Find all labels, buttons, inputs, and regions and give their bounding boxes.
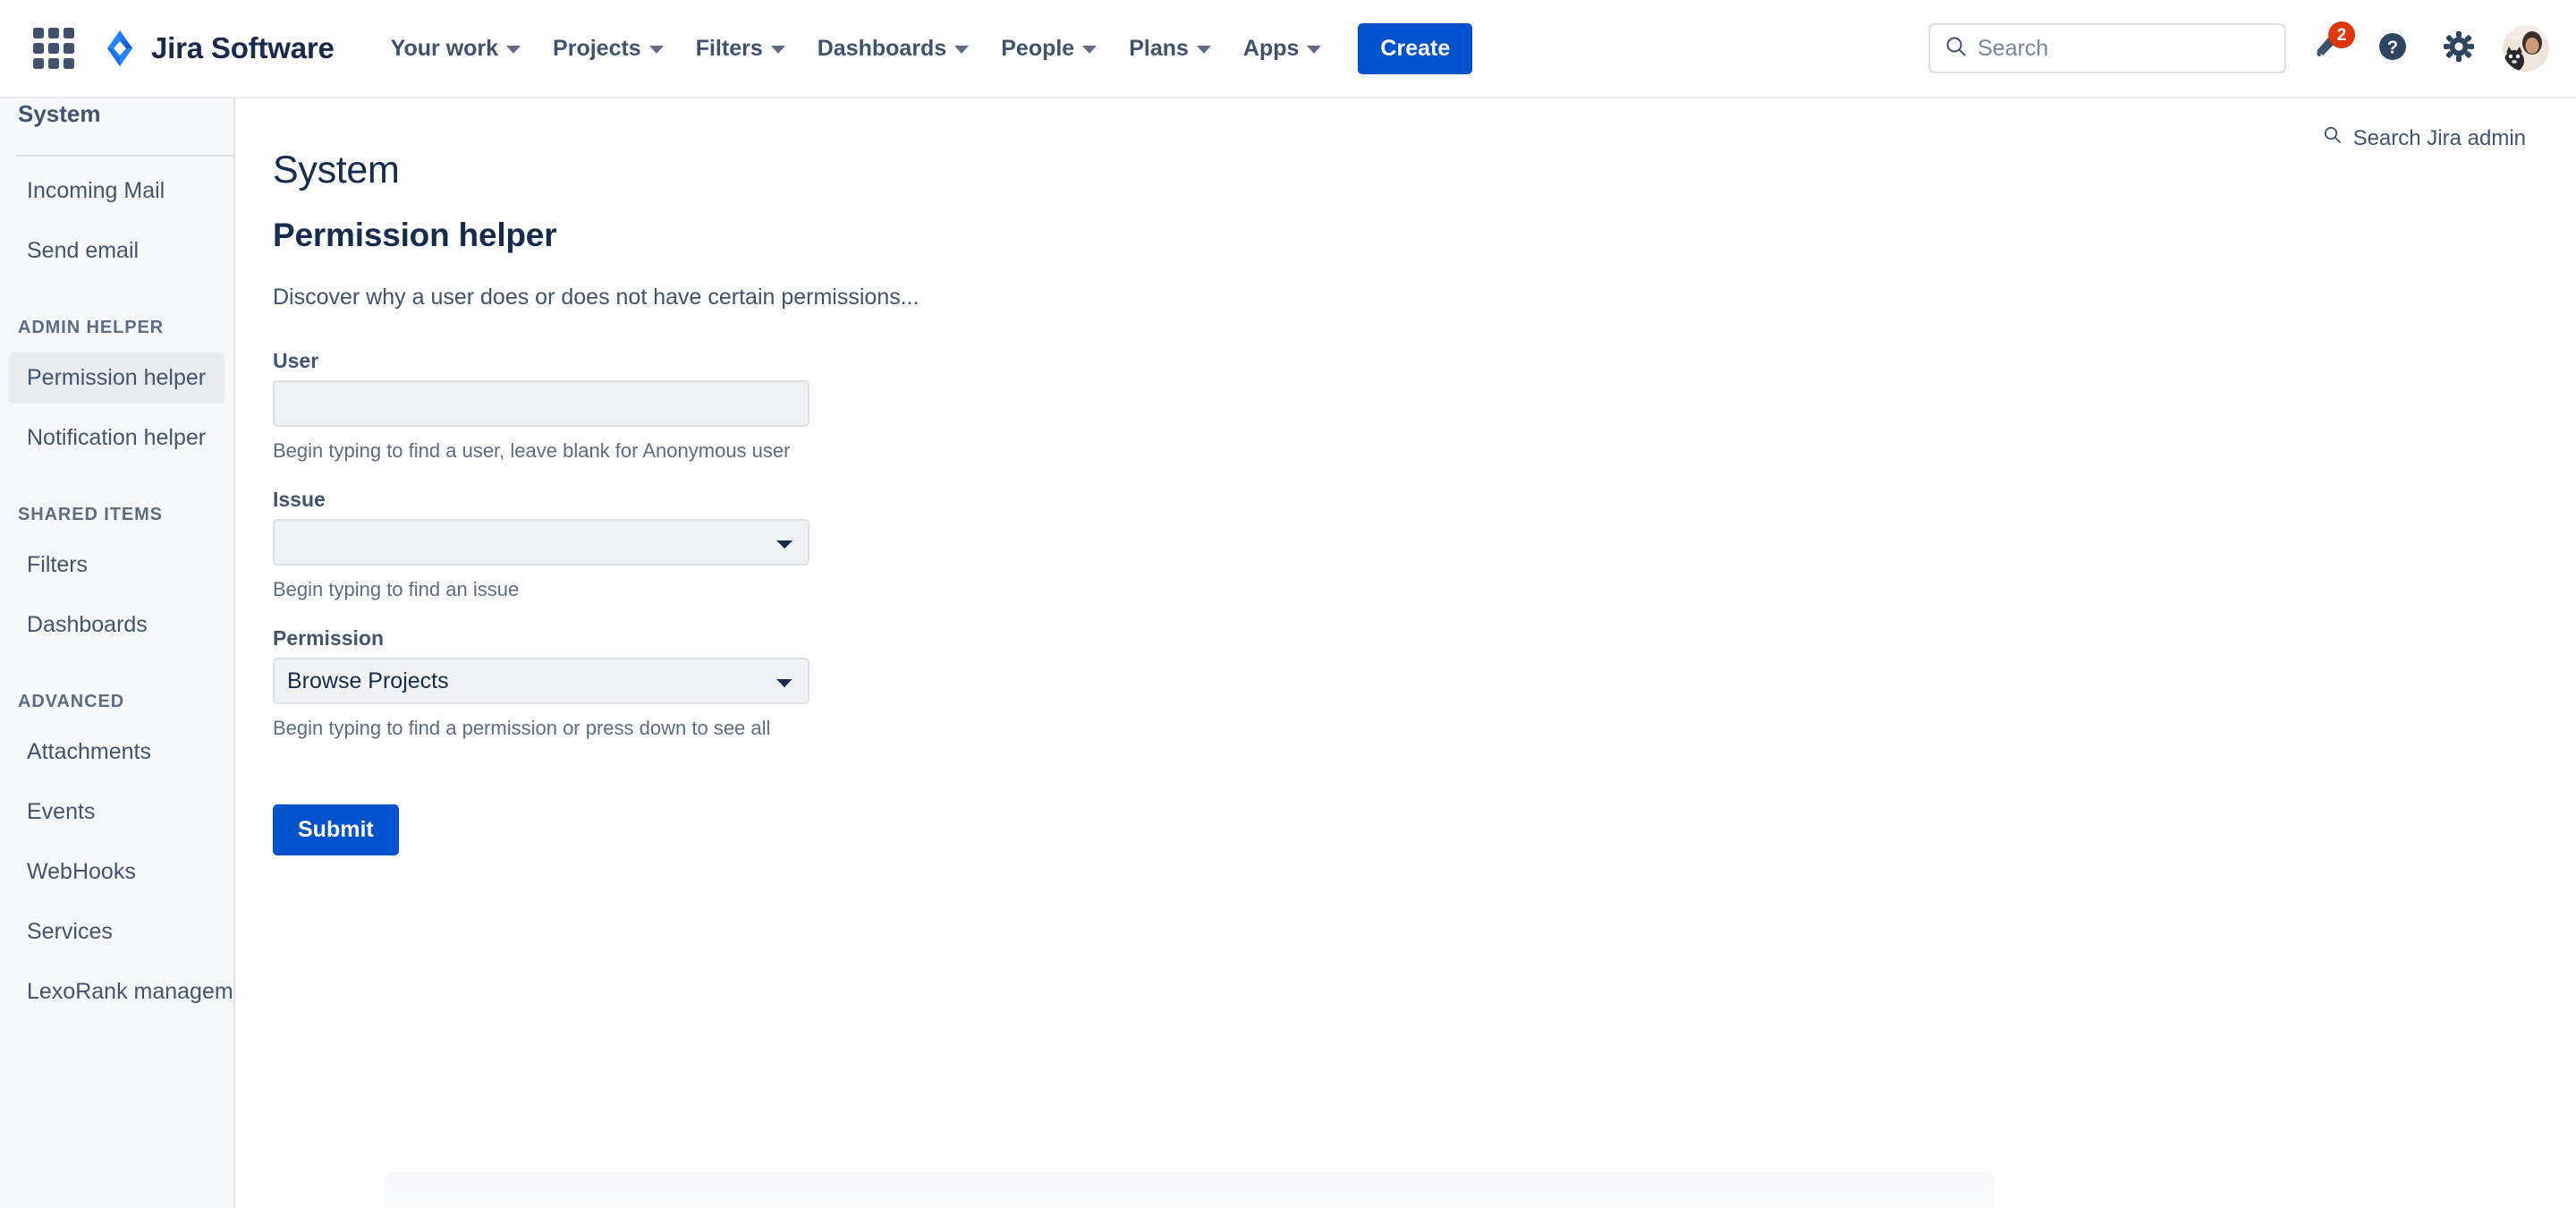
gear-icon [2443, 30, 2475, 67]
submit-button[interactable]: Submit [273, 804, 399, 855]
user-field-hint: Begin typing to find a user, leave blank… [273, 439, 791, 462]
chevron-down-icon [770, 46, 785, 54]
permission-field-label: Permission [273, 626, 384, 650]
nav-item-label: People [1001, 35, 1075, 61]
admin-sidebar: System Incoming Mail Send email ADMIN HE… [0, 98, 235, 1208]
nav-right-actions: 2 ? [1928, 21, 2576, 74]
chevron-down-icon [1196, 46, 1211, 54]
issue-field-group: Issue Begin typing to find an issue [273, 488, 2576, 601]
nav-item-people[interactable]: People [986, 25, 1112, 72]
search-icon [1945, 35, 1968, 63]
nav-item-label: Plans [1129, 35, 1189, 61]
sidebar-section-advanced: ADVANCED [18, 692, 125, 711]
permission-select[interactable]: Browse Projects [273, 658, 809, 704]
sidebar-scroll-container: System Incoming Mail Send email ADMIN HE… [0, 98, 233, 1026]
sidebar-divider [16, 155, 233, 157]
nav-item-label: Filters [695, 35, 763, 61]
chevron-down-icon [954, 46, 970, 54]
page-description: Discover why a user does or does not hav… [273, 285, 919, 310]
sidebar-item-webhooks[interactable]: WebHooks [9, 846, 225, 897]
sidebar-item-notification-helper[interactable]: Notification helper [9, 413, 225, 464]
permission-helper-form: User Begin typing to find a user, leave … [273, 349, 2576, 855]
nav-item-projects[interactable]: Projects [538, 25, 679, 72]
sidebar-item-incoming-mail[interactable]: Incoming Mail [9, 166, 225, 217]
sidebar-item-dashboards[interactable]: Dashboards [9, 600, 225, 651]
nav-item-label: Your work [390, 35, 499, 61]
breadcrumb-title: System [273, 149, 400, 191]
sidebar-item-filters[interactable]: Filters [9, 540, 225, 591]
sidebar-item-attachments[interactable]: Attachments [9, 727, 225, 778]
permission-field-hint: Begin typing to find a permission or pre… [273, 717, 771, 739]
chevron-down-icon [1082, 46, 1097, 54]
page-title: Permission helper [273, 217, 557, 253]
jira-brand-link[interactable]: Jira Software [100, 29, 335, 68]
user-field-label: User [273, 349, 319, 372]
sidebar-item-services[interactable]: Services [9, 906, 225, 957]
search-input[interactable] [1978, 25, 2246, 72]
sidebar-section-shared-items: SHARED ITEMS [18, 505, 163, 524]
nav-item-plans[interactable]: Plans [1114, 25, 1226, 72]
help-button[interactable]: ? [2367, 22, 2419, 74]
user-avatar-photo[interactable] [2503, 25, 2549, 72]
primary-nav-items: Your work Projects Filters Dashboards Pe… [376, 22, 1473, 74]
svg-text:?: ? [2387, 38, 2398, 57]
notifications-button[interactable]: 2 [2301, 21, 2355, 74]
user-field-group: User Begin typing to find a user, leave … [273, 349, 2576, 463]
nav-item-label: Apps [1242, 35, 1300, 61]
page-content: System Permission helper Discover why a … [237, 98, 2576, 855]
sidebar-item-events[interactable]: Events [9, 787, 225, 838]
main-content-area: Search Jira admin System Permission help… [237, 98, 2576, 1208]
permission-field-group: Permission Browse Projects Begin typing … [273, 626, 2576, 740]
grid-apps-icon[interactable] [29, 23, 79, 73]
nav-item-filters[interactable]: Filters [681, 25, 801, 72]
chevron-down-icon [648, 46, 664, 54]
top-navigation-bar: Jira Software Your work Projects Filters… [0, 0, 2576, 98]
chevron-down-icon [1307, 46, 1322, 54]
settings-button[interactable] [2433, 22, 2485, 74]
nav-item-label: Dashboards [817, 35, 947, 61]
notification-badge: 2 [2328, 21, 2355, 48]
brand-text: Jira Software [151, 31, 335, 64]
user-input[interactable] [273, 380, 809, 427]
nav-item-dashboards[interactable]: Dashboards [802, 25, 984, 72]
create-button[interactable]: Create [1358, 22, 1473, 74]
jira-diamond-logo [100, 29, 140, 68]
chevron-down-icon [506, 46, 521, 54]
sidebar-section-admin-helper: ADMIN HELPER [18, 318, 165, 337]
issue-select[interactable] [273, 519, 809, 566]
issue-field-label: Issue [273, 488, 326, 511]
nav-item-apps[interactable]: Apps [1228, 25, 1337, 72]
issue-field-hint: Begin typing to find an issue [273, 578, 520, 600]
sidebar-item-send-email[interactable]: Send email [9, 225, 225, 276]
help-circle-icon: ? [2377, 30, 2409, 67]
global-search-box[interactable] [1928, 23, 2286, 73]
nav-item-label: Projects [553, 35, 641, 61]
sidebar-title: System [18, 100, 101, 127]
nav-item-your-work[interactable]: Your work [376, 25, 536, 72]
sidebar-item-permission-helper[interactable]: Permission helper [9, 353, 225, 404]
sidebar-item-lexorank-management[interactable]: LexoRank management [9, 966, 233, 1017]
bottom-footer-panel [385, 1172, 1995, 1208]
